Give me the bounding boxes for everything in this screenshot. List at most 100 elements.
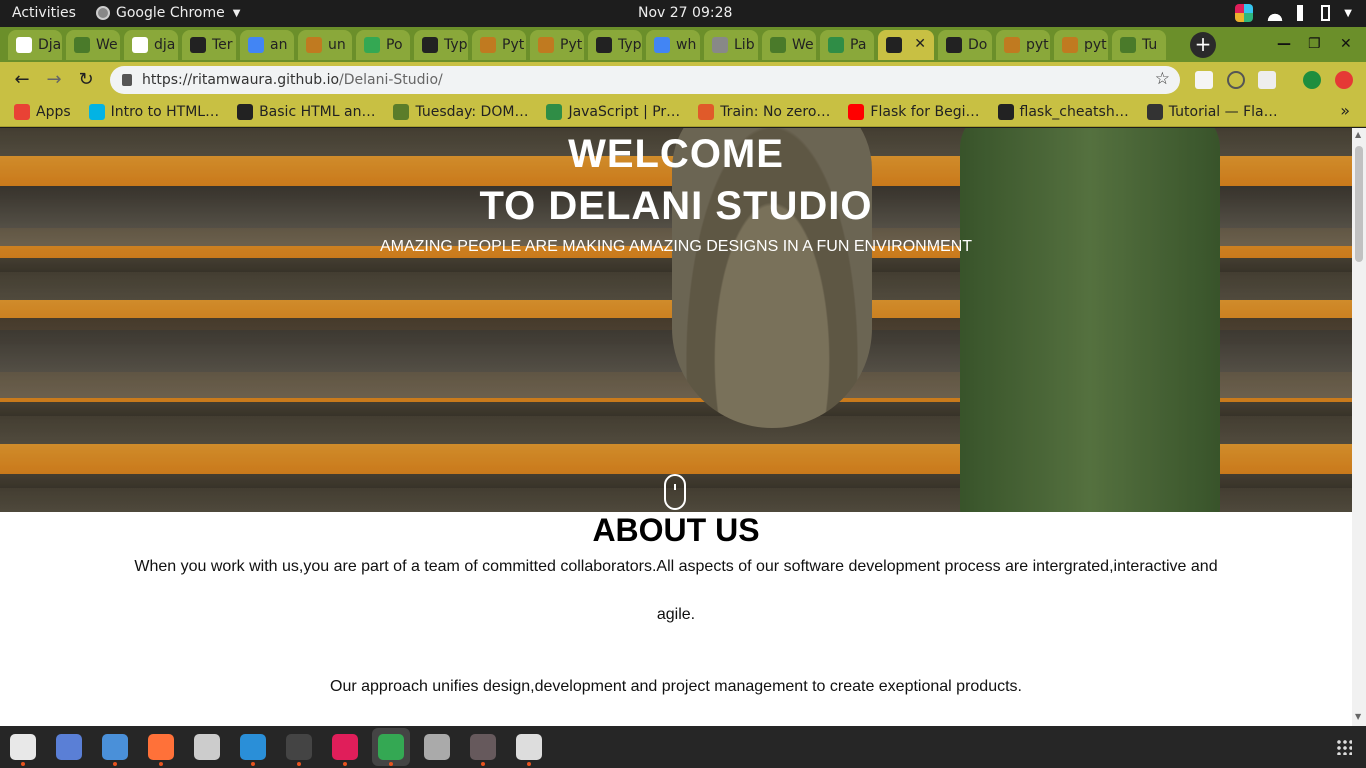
- tab-favicon-icon: [248, 37, 264, 53]
- clock[interactable]: Nov 27 09:28: [638, 5, 732, 21]
- browser-tab[interactable]: Ter: [182, 30, 236, 60]
- running-indicator: [343, 762, 347, 766]
- bookmark-item[interactable]: Intro to HTML…: [88, 103, 219, 120]
- chrome-dock-icon[interactable]: [378, 734, 404, 766]
- browser-tab[interactable]: Dja: [8, 30, 62, 60]
- app-menu[interactable]: Google Chrome ▼: [96, 5, 240, 21]
- address-bar[interactable]: https://ritamwaura.github.io/Delani-Stud…: [110, 66, 1180, 94]
- bookmark-item[interactable]: Apps: [14, 103, 71, 120]
- tab-favicon-icon: [886, 37, 902, 53]
- activities-button[interactable]: Activities: [12, 5, 76, 21]
- browser-tab[interactable]: pyt: [996, 30, 1050, 60]
- tab-title: Pa: [850, 37, 867, 53]
- maximize-button[interactable]: ❐: [1308, 36, 1321, 52]
- browser-tab[interactable]: Pyt: [472, 30, 526, 60]
- browser-tab[interactable]: We: [66, 30, 120, 60]
- wifi-icon: [1267, 5, 1284, 21]
- browser-tab[interactable]: wh: [646, 30, 700, 60]
- browser-tab[interactable]: Do: [938, 30, 992, 60]
- running-indicator: [389, 762, 393, 766]
- extension-icon[interactable]: [1195, 71, 1213, 89]
- forward-arrow-icon[interactable]: →: [42, 68, 66, 92]
- bookmark-item[interactable]: Flask for Begi…: [848, 103, 980, 120]
- tab-favicon-icon: [1062, 37, 1078, 53]
- browser-tab[interactable]: un: [298, 30, 352, 60]
- bookmark-item[interactable]: Tuesday: DOM…: [393, 103, 528, 120]
- bookmark-star-icon[interactable]: ☆: [1155, 69, 1170, 89]
- bookmark-item[interactable]: Train: No zero…: [698, 103, 830, 120]
- app-name: Google Chrome: [116, 5, 225, 21]
- slack-tray-icon[interactable]: [1235, 4, 1254, 22]
- browser-tab[interactable]: dja: [124, 30, 178, 60]
- atom-dock-icon[interactable]: [470, 734, 496, 766]
- maps-dock-icon[interactable]: [516, 734, 542, 766]
- browser-tab[interactable]: Po: [356, 30, 410, 60]
- tab-favicon-icon: [712, 37, 728, 53]
- more-bookmarks-icon[interactable]: »: [1340, 101, 1350, 120]
- browser-tab[interactable]: pyt: [1054, 30, 1108, 60]
- files-dock-icon[interactable]: [10, 734, 36, 766]
- about-paragraph-2: Our approach unifies design,development …: [330, 678, 1022, 695]
- tab-title: Tu: [1142, 37, 1158, 53]
- software-dock-icon[interactable]: [194, 734, 220, 760]
- bookmark-item[interactable]: JavaScript | Pr…: [546, 103, 681, 120]
- browser-tab[interactable]: Typ: [588, 30, 642, 60]
- tab-title: We: [792, 37, 814, 53]
- close-tab-icon[interactable]: ✕: [914, 36, 926, 52]
- show-applications-icon[interactable]: [1336, 739, 1352, 755]
- reload-icon[interactable]: ↻: [74, 68, 98, 92]
- tab-title: Do: [968, 37, 988, 53]
- browser-tab[interactable]: Pa: [820, 30, 874, 60]
- browser-tab[interactable]: Typ: [414, 30, 468, 60]
- back-arrow-icon[interactable]: ←: [10, 68, 34, 92]
- tab-favicon-icon: [828, 37, 844, 53]
- scrollbar-thumb[interactable]: [1355, 146, 1363, 262]
- page-scrollbar[interactable]: ▲ ▼: [1352, 128, 1366, 726]
- settings-dock-icon[interactable]: [424, 734, 450, 760]
- scroll-mouse-icon[interactable]: [664, 474, 686, 510]
- browser-tab[interactable]: an: [240, 30, 294, 60]
- tab-favicon-icon: [364, 37, 380, 53]
- bookmark-item[interactable]: flask_cheatsh…: [997, 103, 1129, 120]
- text-editor-dock-icon[interactable]: [102, 734, 128, 766]
- system-tray[interactable]: ▼: [1235, 4, 1352, 22]
- tab-favicon-icon: [770, 37, 786, 53]
- vscode-dock-icon[interactable]: [240, 734, 266, 766]
- close-window-button[interactable]: ✕: [1340, 36, 1352, 52]
- screenshot-dock-icon[interactable]: [56, 734, 82, 760]
- bookmark-label: JavaScript | Pr…: [568, 103, 681, 120]
- scroll-down-icon[interactable]: ▼: [1355, 712, 1361, 721]
- tab-favicon-icon: [74, 37, 90, 53]
- bookmark-label: flask_cheatsh…: [1019, 103, 1129, 120]
- bookmark-item[interactable]: Tutorial — Fla…: [1146, 103, 1278, 120]
- new-tab-button[interactable]: +: [1190, 32, 1216, 58]
- running-indicator: [481, 762, 485, 766]
- terminal-dock-icon[interactable]: [286, 734, 312, 766]
- tab-favicon-icon: [16, 37, 32, 53]
- minimize-button[interactable]: —: [1277, 36, 1291, 52]
- browser-tab[interactable]: Pyt: [530, 30, 584, 60]
- bookmark-item[interactable]: Basic HTML an…: [237, 103, 375, 120]
- browser-tab[interactable]: Tu: [1112, 30, 1166, 60]
- browser-tab[interactable]: We: [762, 30, 816, 60]
- hero-title-line1: WELCOME: [568, 132, 784, 176]
- extension-icon[interactable]: [1227, 71, 1245, 89]
- lock-icon[interactable]: [122, 74, 132, 86]
- scroll-up-icon[interactable]: ▲: [1355, 130, 1361, 139]
- extension-icon[interactable]: [1258, 71, 1276, 89]
- running-indicator: [113, 762, 117, 766]
- bookmark-label: Tutorial — Fla…: [1168, 103, 1278, 120]
- update-icon[interactable]: [1335, 71, 1353, 89]
- firefox-dock-icon[interactable]: [148, 734, 174, 766]
- tab-favicon-icon: [132, 37, 148, 53]
- tab-favicon-icon: [946, 37, 962, 53]
- bookmark-favicon-icon: [393, 103, 410, 120]
- bookmark-favicon-icon: [546, 103, 563, 120]
- browser-tab-active[interactable]: ✕: [878, 30, 934, 60]
- profile-avatar[interactable]: [1303, 71, 1321, 89]
- tab-title: Lib: [734, 37, 755, 53]
- bookmark-label: Apps: [36, 103, 71, 120]
- slack-dock-icon[interactable]: [332, 734, 358, 766]
- browser-tab[interactable]: Lib: [704, 30, 758, 60]
- tab-favicon-icon: [538, 37, 554, 53]
